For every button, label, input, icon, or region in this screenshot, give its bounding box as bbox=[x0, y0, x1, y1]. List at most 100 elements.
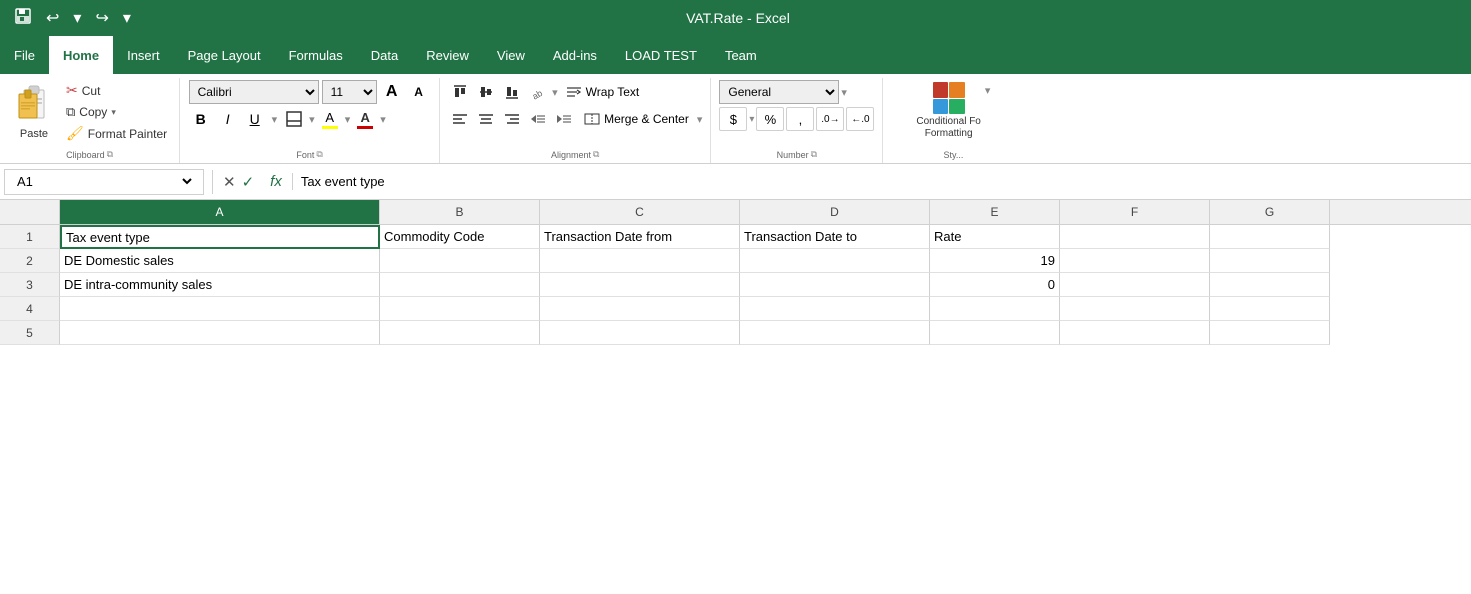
cell-A2[interactable]: DE Domestic sales bbox=[60, 249, 380, 273]
cut-button[interactable]: ✂ Cut bbox=[62, 80, 171, 101]
align-middle-button[interactable] bbox=[474, 80, 498, 104]
font-color-button[interactable]: A bbox=[353, 107, 377, 131]
cell-E5[interactable] bbox=[930, 321, 1060, 345]
border-dropdown[interactable]: ▾ bbox=[309, 113, 315, 126]
cell-B2[interactable] bbox=[380, 249, 540, 273]
menu-item-view[interactable]: View bbox=[483, 36, 539, 74]
cell-F3[interactable] bbox=[1060, 273, 1210, 297]
cancel-formula-icon[interactable]: ✕ bbox=[223, 173, 236, 191]
col-header-E[interactable]: E bbox=[930, 200, 1060, 224]
orientation-button[interactable]: ab bbox=[526, 80, 550, 104]
merge-center-dropdown[interactable]: ▾ bbox=[697, 113, 703, 126]
cell-B5[interactable] bbox=[380, 321, 540, 345]
merge-center-button[interactable]: Merge & Center bbox=[578, 109, 695, 129]
cell-A3[interactable]: DE intra-community sales bbox=[60, 273, 380, 297]
currency-button[interactable]: $ bbox=[719, 107, 747, 131]
align-top-button[interactable] bbox=[448, 80, 472, 104]
comma-button[interactable]: , bbox=[786, 107, 814, 131]
clipboard-dialog-launcher[interactable]: ⧉ bbox=[107, 149, 113, 160]
wrap-text-button[interactable]: Wrap Text bbox=[560, 82, 646, 102]
font-shrink-button[interactable]: A bbox=[407, 80, 431, 104]
cell-F1[interactable] bbox=[1060, 225, 1210, 249]
cell-A4[interactable] bbox=[60, 297, 380, 321]
cell-C1[interactable]: Transaction Date from bbox=[540, 225, 740, 249]
align-left-button[interactable] bbox=[448, 107, 472, 131]
cell-E4[interactable] bbox=[930, 297, 1060, 321]
save-button[interactable] bbox=[10, 5, 36, 32]
align-right-button[interactable] bbox=[500, 107, 524, 131]
menu-item-file[interactable]: File bbox=[0, 36, 49, 74]
decrease-indent-button[interactable] bbox=[526, 107, 550, 131]
increase-decimal-button[interactable]: ←.0 bbox=[846, 107, 874, 131]
bold-button[interactable]: B bbox=[189, 107, 213, 131]
number-format-dropdown[interactable]: ▾ bbox=[841, 86, 847, 99]
cell-G1[interactable] bbox=[1210, 225, 1330, 249]
col-header-C[interactable]: C bbox=[540, 200, 740, 224]
menu-item-page-layout[interactable]: Page Layout bbox=[174, 36, 275, 74]
font-grow-button[interactable]: A bbox=[380, 80, 404, 104]
cell-A1[interactable]: Tax event type bbox=[60, 225, 380, 249]
row-number-5[interactable]: 5 bbox=[0, 321, 60, 345]
menu-item-team[interactable]: Team bbox=[711, 36, 771, 74]
number-dialog-launcher[interactable]: ⧉ bbox=[811, 149, 817, 160]
name-box[interactable]: A1 bbox=[4, 169, 204, 195]
cell-A5[interactable] bbox=[60, 321, 380, 345]
fill-color-button[interactable]: A bbox=[318, 107, 342, 131]
underline-dropdown[interactable]: ▾ bbox=[272, 113, 278, 126]
align-bottom-button[interactable] bbox=[500, 80, 524, 104]
redo-button[interactable]: ↪ bbox=[91, 6, 112, 30]
row-number-2[interactable]: 2 bbox=[0, 249, 60, 273]
copy-button[interactable]: ⧉ Copy ▾ bbox=[62, 102, 171, 122]
cell-D1[interactable]: Transaction Date to bbox=[740, 225, 930, 249]
row-number-3[interactable]: 3 bbox=[0, 273, 60, 297]
increase-indent-button[interactable] bbox=[552, 107, 576, 131]
cell-E3[interactable]: 0 bbox=[930, 273, 1060, 297]
cell-C2[interactable] bbox=[540, 249, 740, 273]
col-header-D[interactable]: D bbox=[740, 200, 930, 224]
italic-button[interactable]: I bbox=[216, 107, 240, 131]
conditional-formatting-button[interactable]: Conditional Fo Formatting bbox=[916, 80, 980, 140]
align-center-button[interactable] bbox=[474, 107, 498, 131]
format-painter-button[interactable]: 🖌 Format Painter bbox=[62, 123, 171, 144]
cell-D4[interactable] bbox=[740, 297, 930, 321]
cell-C3[interactable] bbox=[540, 273, 740, 297]
cell-B4[interactable] bbox=[380, 297, 540, 321]
fill-color-dropdown[interactable]: ▾ bbox=[345, 113, 351, 126]
menu-item-formulas[interactable]: Formulas bbox=[275, 36, 357, 74]
number-format-select[interactable]: General bbox=[719, 80, 839, 104]
row-number-1[interactable]: 1 bbox=[0, 225, 60, 249]
menu-item-insert[interactable]: Insert bbox=[113, 36, 174, 74]
cell-C5[interactable] bbox=[540, 321, 740, 345]
undo-dropdown-button[interactable]: ▾ bbox=[69, 6, 85, 30]
cell-G2[interactable] bbox=[1210, 249, 1330, 273]
col-header-F[interactable]: F bbox=[1060, 200, 1210, 224]
row-number-4[interactable]: 4 bbox=[0, 297, 60, 321]
cell-G5[interactable] bbox=[1210, 321, 1330, 345]
cell-D2[interactable] bbox=[740, 249, 930, 273]
menu-item-add-ins[interactable]: Add-ins bbox=[539, 36, 611, 74]
cell-C4[interactable] bbox=[540, 297, 740, 321]
col-header-B[interactable]: B bbox=[380, 200, 540, 224]
font-name-select[interactable]: Calibri bbox=[189, 80, 319, 104]
cell-G4[interactable] bbox=[1210, 297, 1330, 321]
cell-D5[interactable] bbox=[740, 321, 930, 345]
confirm-formula-icon[interactable]: ✓ bbox=[242, 173, 255, 191]
cell-B1[interactable]: Commodity Code bbox=[380, 225, 540, 249]
customize-qat-button[interactable]: ▾ bbox=[119, 6, 135, 30]
col-header-G[interactable]: G bbox=[1210, 200, 1330, 224]
border-button[interactable] bbox=[282, 107, 306, 131]
currency-dropdown[interactable]: ▾ bbox=[749, 114, 754, 125]
decrease-decimal-button[interactable]: .0→ bbox=[816, 107, 844, 131]
underline-button[interactable]: U bbox=[243, 107, 267, 131]
cell-G3[interactable] bbox=[1210, 273, 1330, 297]
orientation-dropdown[interactable]: ▾ bbox=[552, 86, 558, 99]
conditional-formatting-dropdown[interactable]: ▾ bbox=[985, 84, 991, 97]
cell-D3[interactable] bbox=[740, 273, 930, 297]
font-color-dropdown[interactable]: ▾ bbox=[380, 113, 386, 126]
font-size-select[interactable]: 11 bbox=[322, 80, 377, 104]
menu-item-home[interactable]: Home bbox=[49, 36, 113, 74]
percent-button[interactable]: % bbox=[756, 107, 784, 131]
col-header-A[interactable]: A bbox=[60, 200, 380, 224]
alignment-dialog-launcher[interactable]: ⧉ bbox=[593, 149, 599, 160]
menu-item-review[interactable]: Review bbox=[412, 36, 483, 74]
